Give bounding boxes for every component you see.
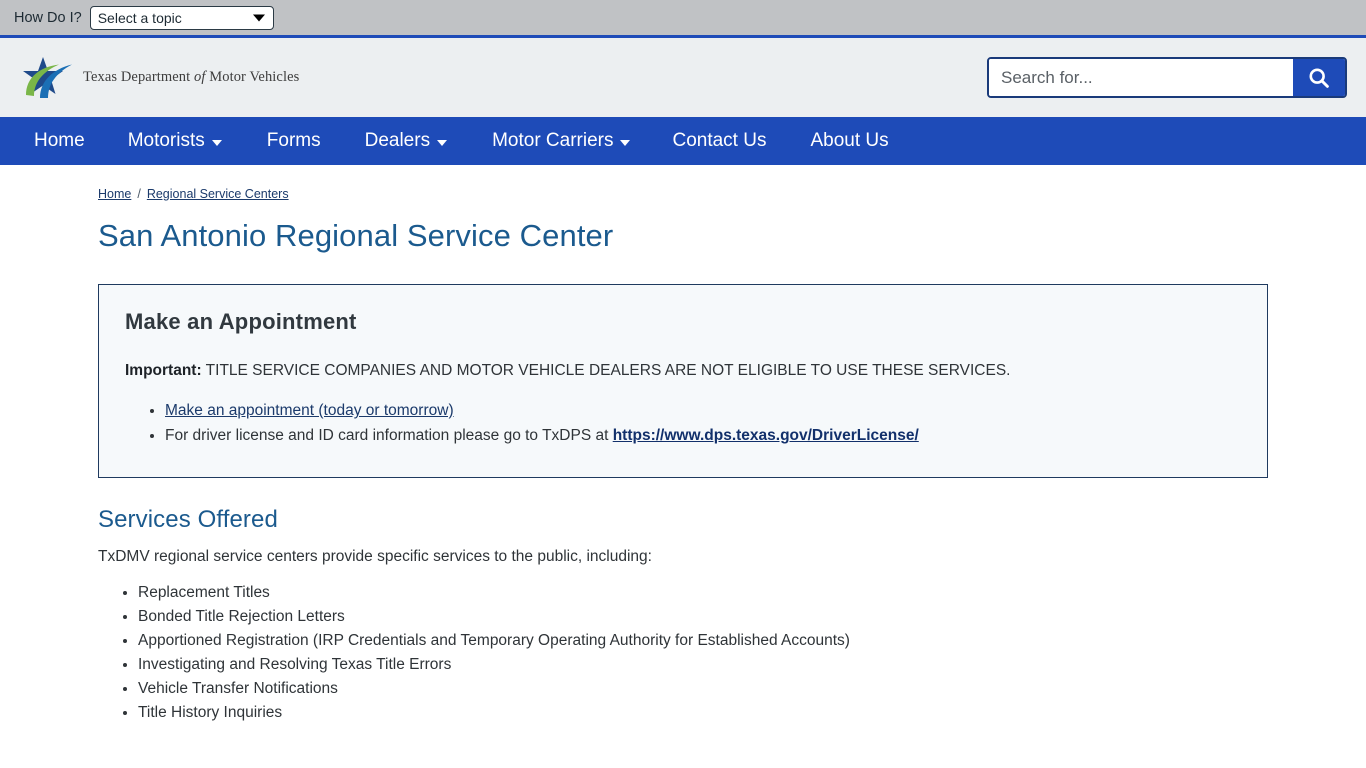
chevron-down-icon: [437, 139, 448, 146]
nav-label-motorists: Motorists: [127, 130, 205, 151]
services-intro-text: TxDMV regional service centers provide s…: [98, 548, 652, 566]
panel-important-notice: Important: TITLE SERVICE COMPANIES AND M…: [125, 361, 1241, 381]
nav-label-contact-us: Contact Us: [672, 130, 767, 151]
nav-label-about-us: About Us: [810, 130, 889, 151]
list-item: For driver license and ID card informati…: [165, 424, 1241, 448]
dps-driver-license-link[interactable]: https://www.dps.texas.gov/DriverLicense/: [613, 427, 919, 444]
dps-info-text: For driver license and ID card informati…: [165, 427, 613, 445]
important-text: TITLE SERVICE COMPANIES AND MOTOR VEHICL…: [201, 362, 1011, 379]
nav-item-forms[interactable]: Forms: [251, 117, 337, 165]
list-item: Bonded Title Rejection Letters: [138, 605, 1268, 629]
nav-label-dealers: Dealers: [364, 130, 431, 151]
nav-item-dealers[interactable]: Dealers: [349, 117, 463, 165]
appointment-links-list: Make an appointment (today or tomorrow) …: [125, 399, 1241, 448]
how-do-i-topic-select[interactable]: Select a topic: [89, 5, 274, 30]
nav-item-motor-carriers[interactable]: Motor Carriers: [476, 117, 646, 165]
utility-bar: How Do I? Select a topic: [0, 0, 1366, 38]
list-item: Replacement Titles: [138, 581, 1268, 605]
list-item: Vehicle Transfer Notifications: [138, 677, 1268, 701]
site-header: Texas Department of Motor Vehicles: [0, 38, 1366, 117]
chevron-down-icon: [211, 139, 222, 146]
main-content: Home / Regional Service Centers San Anto…: [0, 165, 1366, 725]
nav-label-forms: Forms: [266, 130, 321, 151]
make-an-appointment-panel: Make an Appointment Important: TITLE SER…: [98, 284, 1268, 479]
nav-label-home: Home: [34, 130, 85, 151]
primary-navigation: Home Motorists Forms Dealers Motor Carri…: [0, 117, 1366, 165]
search-icon: [1309, 67, 1329, 88]
important-label: Important:: [125, 362, 202, 379]
brand-wordmark: Texas Department of Motor Vehicles: [83, 69, 299, 86]
chevron-down-icon: [252, 14, 265, 21]
search-input[interactable]: [989, 59, 1293, 96]
txdmv-star-icon: [23, 56, 72, 98]
list-item: Title History Inquiries: [138, 701, 1268, 725]
chevron-down-icon: [620, 139, 631, 146]
list-item: Apportioned Registration (IRP Credential…: [138, 629, 1268, 653]
topic-select-value: Select a topic: [97, 9, 182, 26]
make-appointment-link[interactable]: Make an appointment (today or tomorrow): [165, 402, 454, 419]
list-item: Make an appointment (today or tomorrow): [165, 399, 1241, 423]
nav-label-motor-carriers: Motor Carriers: [492, 130, 614, 151]
nav-item-motorists[interactable]: Motorists: [112, 117, 238, 165]
page-title: San Antonio Regional Service Center: [98, 218, 614, 253]
brand-text-of: of: [194, 69, 206, 85]
search-submit-button[interactable]: [1293, 59, 1345, 96]
breadcrumb-separator: /: [137, 187, 141, 201]
site-logo[interactable]: Texas Department of Motor Vehicles: [19, 56, 299, 100]
search-box[interactable]: [987, 57, 1347, 98]
panel-title: Make an Appointment: [125, 309, 357, 334]
breadcrumb-link-home[interactable]: Home: [98, 187, 131, 201]
brand-text-1: Texas Department: [83, 69, 191, 85]
nav-item-home[interactable]: Home: [18, 117, 101, 165]
services-offered-list: Replacement Titles Bonded Title Rejectio…: [98, 581, 1268, 725]
breadcrumb: Home / Regional Service Centers: [98, 165, 1268, 201]
services-offered-heading: Services Offered: [98, 506, 278, 534]
brand-text-2: Motor Vehicles: [209, 69, 300, 85]
how-do-i-label: How Do I?: [14, 9, 82, 26]
nav-item-about-us[interactable]: About Us: [794, 117, 904, 165]
breadcrumb-link-regional-service-centers[interactable]: Regional Service Centers: [147, 187, 289, 201]
list-item: Investigating and Resolving Texas Title …: [138, 653, 1268, 677]
nav-item-contact-us[interactable]: Contact Us: [656, 117, 782, 165]
